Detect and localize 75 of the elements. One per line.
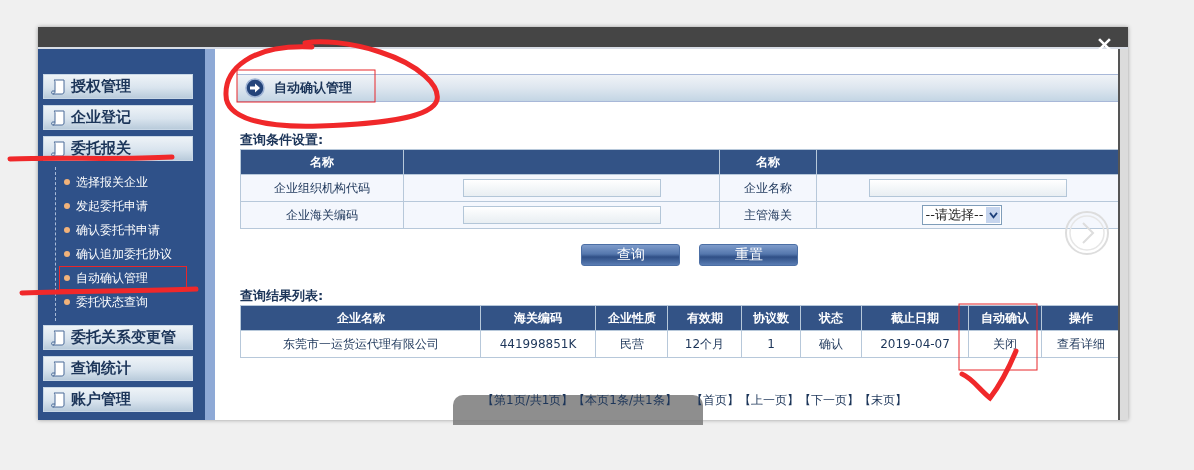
menu-header[interactable]: 查询统计 — [43, 356, 193, 381]
field-label: 企业名称 — [719, 174, 817, 202]
column-header: 企业名称 — [240, 305, 481, 331]
action-button[interactable]: 查询 — [581, 244, 680, 266]
menu-header[interactable]: 委托关系变更管 — [43, 325, 193, 350]
menu-item-label: 自动确认管理 — [76, 269, 148, 287]
column-header: 名称 — [240, 149, 404, 175]
panel-title: 自动确认管理 — [274, 79, 352, 97]
page-link[interactable]: 【下一页】 — [798, 392, 859, 409]
column-header: 海关编码 — [480, 305, 596, 331]
menu-item[interactable]: 选择报关企业 — [59, 170, 187, 194]
menu-item[interactable]: 委托状态查询 — [59, 290, 187, 314]
input-field[interactable] — [462, 179, 661, 197]
close-icon[interactable] — [1098, 38, 1111, 51]
bullet-icon — [64, 275, 70, 281]
input-field[interactable] — [462, 206, 661, 224]
input-field[interactable] — [869, 179, 1067, 197]
bullet-icon — [64, 251, 70, 257]
menu-item[interactable]: 发起委托申请 — [59, 194, 187, 218]
menu-item-label: 发起委托申请 — [76, 197, 148, 215]
menu-item-label: 委托状态查询 — [76, 293, 148, 311]
field-label: 企业组织机构代码 — [240, 174, 404, 202]
bullet-icon — [64, 179, 70, 185]
table-cell: 1 — [741, 330, 801, 358]
page-link[interactable]: 【首页】 — [690, 392, 739, 409]
check-annotation — [959, 348, 1019, 401]
menu-header[interactable]: 账户管理 — [43, 387, 193, 412]
scroll-icon — [50, 328, 66, 347]
select-field[interactable]: --请选择-- — [921, 205, 1003, 225]
menu-item[interactable]: 确认委托书申请 — [59, 218, 187, 242]
table-cell: 2019-04-07 — [861, 330, 969, 358]
scroll-icon — [50, 108, 66, 127]
bullet-icon — [64, 299, 70, 305]
column-header: 企业性质 — [595, 305, 668, 331]
menu-header-label: 授权管理 — [71, 77, 131, 96]
menu-header[interactable]: 授权管理 — [43, 74, 193, 99]
section-title: 查询结果列表: — [240, 287, 325, 305]
column-header: 状态 — [800, 305, 862, 331]
page-status: 【第1页/共1页】【本页1条/共1条】 — [482, 392, 677, 409]
menu-header-label: 账户管理 — [71, 390, 131, 409]
table-cell: 确认 — [800, 330, 862, 358]
bullet-icon — [64, 227, 70, 233]
table-cell: 东莞市一运货运代理有限公司 — [240, 330, 481, 358]
table-cell: 441998851K — [480, 330, 596, 358]
section-title: 查询条件设置: — [240, 131, 325, 149]
column-header: 有效期 — [667, 305, 742, 331]
scroll-icon — [50, 390, 66, 409]
menu-item[interactable]: 确认追加委托协议 — [59, 242, 187, 266]
scroll-icon — [50, 139, 66, 158]
menu-header-label: 委托报关 — [71, 139, 131, 158]
arrow-circle-icon — [245, 78, 265, 98]
menu-header-label: 企业登记 — [71, 108, 131, 127]
field-label: 企业海关编码 — [240, 201, 404, 229]
column-header: 截止日期 — [861, 305, 969, 331]
field-label: 主管海关 — [719, 201, 817, 229]
page-link[interactable]: 【末页】 — [858, 392, 907, 409]
action-button[interactable]: 重置 — [699, 244, 798, 266]
menu-item[interactable]: 自动确认管理 — [59, 266, 187, 290]
column-header: 协议数 — [741, 305, 801, 331]
scroll-icon — [50, 77, 66, 96]
menu-header-label: 委托关系变更管 — [71, 328, 176, 347]
table-cell: 民营 — [595, 330, 668, 358]
menu-item-label: 确认追加委托协议 — [76, 245, 172, 263]
column-header: 操作 — [1041, 305, 1120, 331]
menu-item-label: 确认委托书申请 — [76, 221, 160, 239]
table-cell: 12个月 — [667, 330, 742, 358]
column-header: 名称 — [719, 149, 817, 175]
menu-header[interactable]: 企业登记 — [43, 105, 193, 130]
menu-item-label: 选择报关企业 — [76, 173, 148, 191]
page-link[interactable]: 【上一页】 — [738, 392, 799, 409]
bullet-icon — [64, 203, 70, 209]
scroll-icon — [50, 359, 66, 378]
menu-header-label: 查询统计 — [71, 359, 131, 378]
table-cell: 关闭 — [968, 330, 1042, 358]
column-header: 自动确认 — [968, 305, 1042, 331]
